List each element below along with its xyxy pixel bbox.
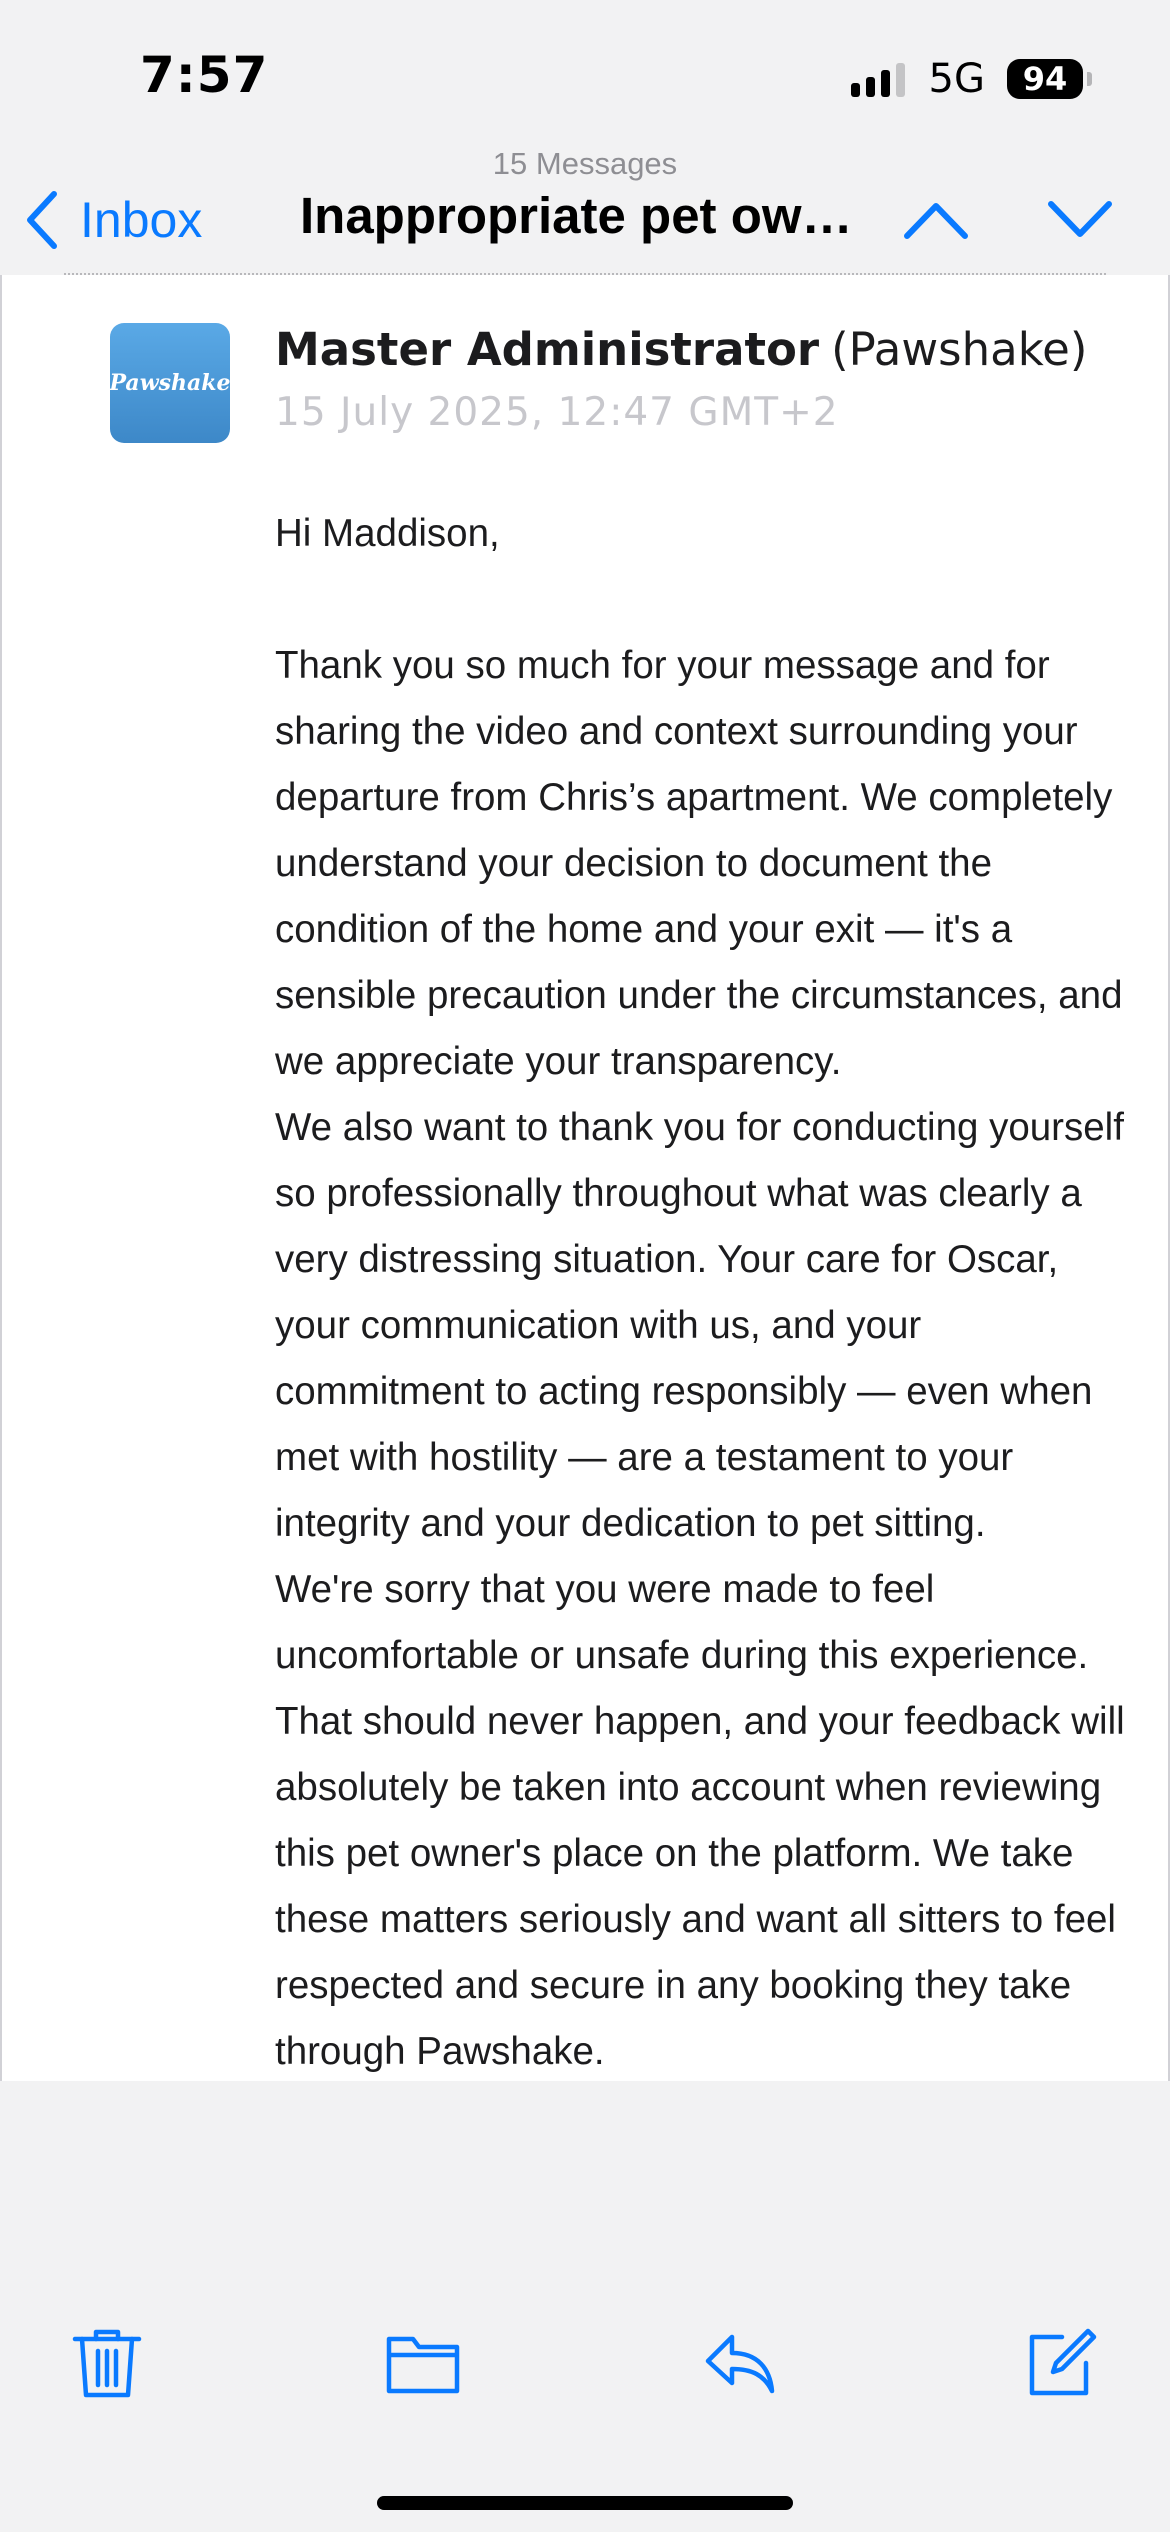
greeting: Hi Maddison, (275, 512, 500, 555)
body-paragraph: We're sorry that you were made to feel u… (275, 1568, 1125, 2073)
status-bar: 7:57 5G 94 (0, 0, 1170, 150)
compose-button[interactable] (1015, 2323, 1105, 2403)
next-message-button[interactable] (1040, 180, 1120, 260)
body-paragraph: Thank you so much for your message and f… (275, 644, 1123, 1083)
back-to-inbox-button[interactable]: Inbox (22, 180, 202, 260)
bottom-toolbar (0, 2281, 1170, 2532)
delete-button[interactable] (62, 2323, 152, 2403)
message-body: Hi Maddison, Thank you so much for your … (275, 501, 1135, 2081)
message-card[interactable]: Pawshake Master Administrator (Pawshake) … (0, 275, 1170, 2081)
battery-level: 94 (1007, 59, 1083, 99)
network-label: 5G (928, 56, 985, 102)
previous-message-button[interactable] (896, 180, 976, 260)
chevron-up-icon (904, 203, 968, 239)
message-date: 15 July 2025, 12:47 GMT+2 (275, 390, 839, 435)
nav-bar: 15 Messages Inbox Inappropriate pet own.… (0, 140, 1170, 274)
message-count: 15 Messages (492, 146, 678, 181)
chevron-down-icon (1048, 201, 1112, 237)
signal-bars-icon (850, 61, 905, 97)
home-indicator[interactable] (377, 2496, 793, 2510)
body-paragraph: We also want to thank you for conducting… (275, 1106, 1124, 1545)
sender-line[interactable]: Master Administrator (Pawshake) (275, 323, 1087, 376)
reply-icon (705, 2334, 775, 2394)
status-indicators: 5G 94 (850, 56, 1092, 102)
reply-button[interactable] (695, 2323, 785, 2403)
chevron-left-icon (27, 191, 57, 249)
folder-icon (386, 2336, 460, 2394)
move-to-folder-button[interactable] (378, 2323, 468, 2403)
mail-screen: 7:57 5G 94 15 Messages Inbox Inappropria… (0, 0, 1170, 2532)
back-label: Inbox (80, 192, 203, 248)
thread-title: Inappropriate pet own... (300, 187, 875, 244)
status-time: 7:57 (140, 46, 269, 104)
battery-icon: 94 (1007, 59, 1092, 99)
compose-icon (1029, 2328, 1097, 2396)
sender-name: Master Administrator (275, 323, 820, 376)
sender-avatar: Pawshake (109, 323, 231, 443)
sender-organization: (Pawshake) (831, 323, 1088, 376)
avatar-logo-text: Pawshake (109, 370, 231, 396)
trash-icon (72, 2329, 142, 2398)
